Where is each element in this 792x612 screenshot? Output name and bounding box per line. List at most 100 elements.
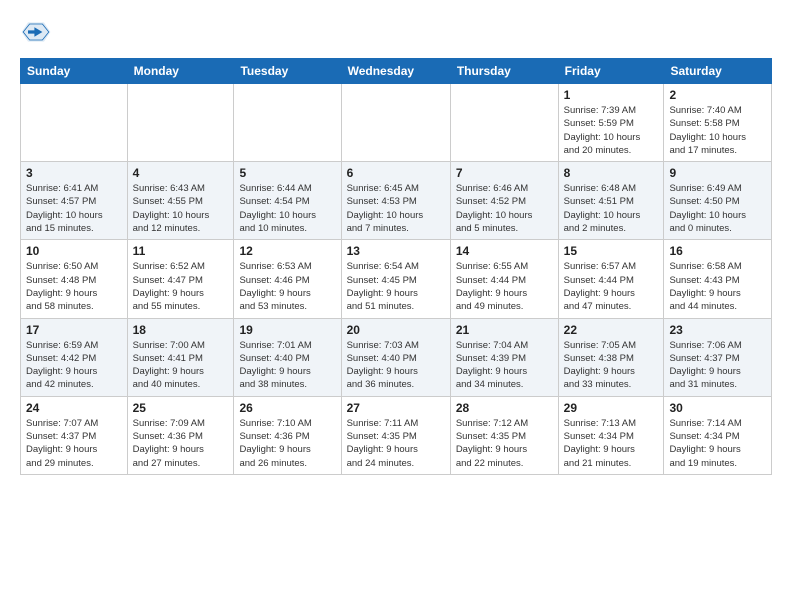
day-info: Sunrise: 6:53 AM Sunset: 4:46 PM Dayligh… <box>239 260 335 313</box>
day-cell: 1 Sunrise: 7:39 AM Sunset: 5:59 PM Daylig… <box>558 84 664 162</box>
day-cell <box>21 84 128 162</box>
header-cell-saturday: Saturday <box>664 59 772 84</box>
day-info: Sunrise: 6:59 AM Sunset: 4:42 PM Dayligh… <box>26 339 122 392</box>
day-number: 22 <box>564 323 659 337</box>
day-number: 13 <box>347 244 445 258</box>
day-info: Sunrise: 7:11 AM Sunset: 4:35 PM Dayligh… <box>347 417 445 470</box>
day-info: Sunrise: 6:45 AM Sunset: 4:53 PM Dayligh… <box>347 182 445 235</box>
calendar-header: SundayMondayTuesdayWednesdayThursdayFrid… <box>21 59 772 84</box>
day-info: Sunrise: 6:55 AM Sunset: 4:44 PM Dayligh… <box>456 260 553 313</box>
day-info: Sunrise: 6:50 AM Sunset: 4:48 PM Dayligh… <box>26 260 122 313</box>
day-cell: 3 Sunrise: 6:41 AM Sunset: 4:57 PM Daylig… <box>21 162 128 240</box>
day-number: 9 <box>669 166 766 180</box>
day-cell: 19 Sunrise: 7:01 AM Sunset: 4:40 PM Dayli… <box>234 318 341 396</box>
day-number: 1 <box>564 88 659 102</box>
day-cell: 4 Sunrise: 6:43 AM Sunset: 4:55 PM Daylig… <box>127 162 234 240</box>
day-info: Sunrise: 6:44 AM Sunset: 4:54 PM Dayligh… <box>239 182 335 235</box>
day-cell: 12Sunrise: 6:53 AM Sunset: 4:46 PM Dayli… <box>234 240 341 318</box>
day-info: Sunrise: 6:48 AM Sunset: 4:51 PM Dayligh… <box>564 182 659 235</box>
day-number: 17 <box>26 323 122 337</box>
day-number: 11 <box>133 244 229 258</box>
day-cell: 29 Sunrise: 7:13 AM Sunset: 4:34 PM Dayli… <box>558 396 664 474</box>
logo <box>20 16 56 48</box>
day-info: Sunrise: 7:06 AM Sunset: 4:37 PM Dayligh… <box>669 339 766 392</box>
day-info: Sunrise: 7:07 AM Sunset: 4:37 PM Dayligh… <box>26 417 122 470</box>
day-info: Sunrise: 7:39 AM Sunset: 5:59 PM Dayligh… <box>564 104 659 157</box>
day-cell: 14 Sunrise: 6:55 AM Sunset: 4:44 PM Dayli… <box>450 240 558 318</box>
day-info: Sunrise: 7:40 AM Sunset: 5:58 PM Dayligh… <box>669 104 766 157</box>
calendar: SundayMondayTuesdayWednesdayThursdayFrid… <box>20 58 772 475</box>
day-number: 2 <box>669 88 766 102</box>
week-row-4: 17 Sunrise: 6:59 AM Sunset: 4:42 PM Dayli… <box>21 318 772 396</box>
day-number: 8 <box>564 166 659 180</box>
day-cell: 6 Sunrise: 6:45 AM Sunset: 4:53 PM Daylig… <box>341 162 450 240</box>
day-info: Sunrise: 6:43 AM Sunset: 4:55 PM Dayligh… <box>133 182 229 235</box>
day-number: 24 <box>26 401 122 415</box>
day-number: 14 <box>456 244 553 258</box>
day-info: Sunrise: 7:14 AM Sunset: 4:34 PM Dayligh… <box>669 417 766 470</box>
week-row-3: 10 Sunrise: 6:50 AM Sunset: 4:48 PM Dayli… <box>21 240 772 318</box>
day-number: 26 <box>239 401 335 415</box>
day-number: 21 <box>456 323 553 337</box>
day-cell: 23 Sunrise: 7:06 AM Sunset: 4:37 PM Dayli… <box>664 318 772 396</box>
day-number: 25 <box>133 401 229 415</box>
day-number: 6 <box>347 166 445 180</box>
day-number: 30 <box>669 401 766 415</box>
day-number: 28 <box>456 401 553 415</box>
header-row: SundayMondayTuesdayWednesdayThursdayFrid… <box>21 59 772 84</box>
day-cell: 2 Sunrise: 7:40 AM Sunset: 5:58 PM Daylig… <box>664 84 772 162</box>
day-info: Sunrise: 6:58 AM Sunset: 4:43 PM Dayligh… <box>669 260 766 313</box>
day-cell: 9 Sunrise: 6:49 AM Sunset: 4:50 PM Daylig… <box>664 162 772 240</box>
day-cell <box>127 84 234 162</box>
day-cell: 30 Sunrise: 7:14 AM Sunset: 4:34 PM Dayli… <box>664 396 772 474</box>
header <box>20 16 772 48</box>
day-cell: 15 Sunrise: 6:57 AM Sunset: 4:44 PM Dayli… <box>558 240 664 318</box>
day-cell: 13 Sunrise: 6:54 AM Sunset: 4:45 PM Dayli… <box>341 240 450 318</box>
day-info: Sunrise: 6:57 AM Sunset: 4:44 PM Dayligh… <box>564 260 659 313</box>
day-number: 29 <box>564 401 659 415</box>
day-cell <box>341 84 450 162</box>
header-cell-sunday: Sunday <box>21 59 128 84</box>
page: SundayMondayTuesdayWednesdayThursdayFrid… <box>0 0 792 491</box>
day-cell: 7 Sunrise: 6:46 AM Sunset: 4:52 PM Daylig… <box>450 162 558 240</box>
day-cell: 28 Sunrise: 7:12 AM Sunset: 4:35 PM Dayli… <box>450 396 558 474</box>
day-cell: 24 Sunrise: 7:07 AM Sunset: 4:37 PM Dayli… <box>21 396 128 474</box>
day-info: Sunrise: 6:49 AM Sunset: 4:50 PM Dayligh… <box>669 182 766 235</box>
day-number: 7 <box>456 166 553 180</box>
day-number: 18 <box>133 323 229 337</box>
day-cell: 8 Sunrise: 6:48 AM Sunset: 4:51 PM Daylig… <box>558 162 664 240</box>
day-info: Sunrise: 7:00 AM Sunset: 4:41 PM Dayligh… <box>133 339 229 392</box>
day-cell: 22Sunrise: 7:05 AM Sunset: 4:38 PM Dayli… <box>558 318 664 396</box>
day-info: Sunrise: 7:04 AM Sunset: 4:39 PM Dayligh… <box>456 339 553 392</box>
day-info: Sunrise: 7:13 AM Sunset: 4:34 PM Dayligh… <box>564 417 659 470</box>
day-number: 4 <box>133 166 229 180</box>
day-number: 10 <box>26 244 122 258</box>
day-info: Sunrise: 6:46 AM Sunset: 4:52 PM Dayligh… <box>456 182 553 235</box>
day-number: 19 <box>239 323 335 337</box>
day-number: 27 <box>347 401 445 415</box>
day-cell: 25Sunrise: 7:09 AM Sunset: 4:36 PM Dayli… <box>127 396 234 474</box>
calendar-body: 1 Sunrise: 7:39 AM Sunset: 5:59 PM Daylig… <box>21 84 772 475</box>
day-number: 3 <box>26 166 122 180</box>
day-cell: 21 Sunrise: 7:04 AM Sunset: 4:39 PM Dayli… <box>450 318 558 396</box>
day-cell: 27 Sunrise: 7:11 AM Sunset: 4:35 PM Dayli… <box>341 396 450 474</box>
day-info: Sunrise: 7:12 AM Sunset: 4:35 PM Dayligh… <box>456 417 553 470</box>
header-cell-wednesday: Wednesday <box>341 59 450 84</box>
week-row-5: 24 Sunrise: 7:07 AM Sunset: 4:37 PM Dayli… <box>21 396 772 474</box>
day-info: Sunrise: 6:52 AM Sunset: 4:47 PM Dayligh… <box>133 260 229 313</box>
header-cell-tuesday: Tuesday <box>234 59 341 84</box>
day-number: 15 <box>564 244 659 258</box>
week-row-2: 3 Sunrise: 6:41 AM Sunset: 4:57 PM Daylig… <box>21 162 772 240</box>
day-number: 23 <box>669 323 766 337</box>
header-cell-thursday: Thursday <box>450 59 558 84</box>
day-number: 20 <box>347 323 445 337</box>
day-cell: 11 Sunrise: 6:52 AM Sunset: 4:47 PM Dayli… <box>127 240 234 318</box>
day-info: Sunrise: 7:10 AM Sunset: 4:36 PM Dayligh… <box>239 417 335 470</box>
day-info: Sunrise: 7:01 AM Sunset: 4:40 PM Dayligh… <box>239 339 335 392</box>
day-cell <box>450 84 558 162</box>
day-info: Sunrise: 6:41 AM Sunset: 4:57 PM Dayligh… <box>26 182 122 235</box>
header-cell-monday: Monday <box>127 59 234 84</box>
day-cell: 5Sunrise: 6:44 AM Sunset: 4:54 PM Daylig… <box>234 162 341 240</box>
day-cell: 18 Sunrise: 7:00 AM Sunset: 4:41 PM Dayli… <box>127 318 234 396</box>
day-info: Sunrise: 6:54 AM Sunset: 4:45 PM Dayligh… <box>347 260 445 313</box>
